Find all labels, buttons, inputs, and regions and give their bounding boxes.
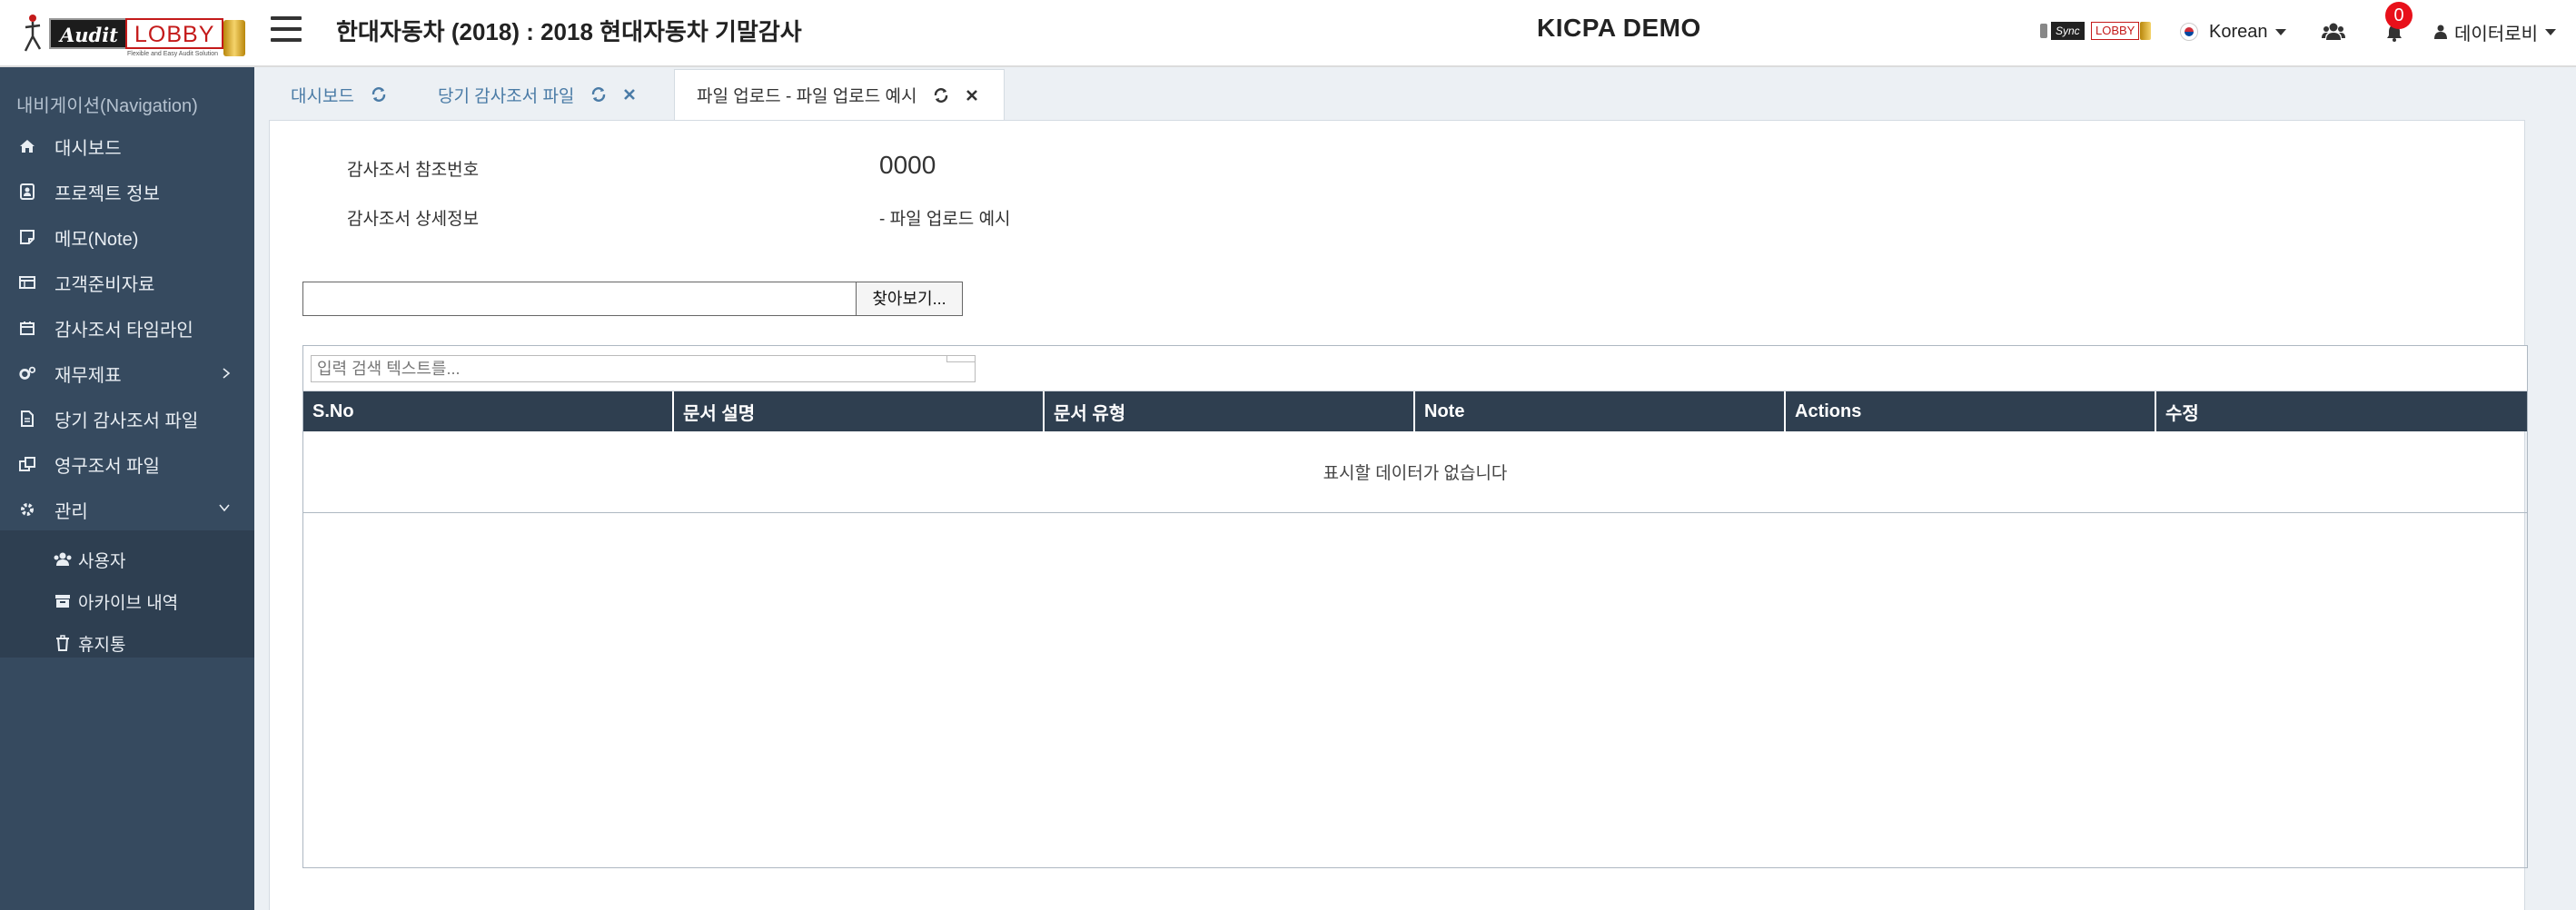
sidebar-item-label: 영구조서 파일	[54, 456, 160, 477]
list-icon	[18, 273, 36, 292]
tab-label: 파일 업로드 - 파일 업로드 예시	[697, 87, 917, 106]
logo-figure-icon	[24, 15, 42, 52]
audit-lobby-logo[interactable]: Audit LOBBY Flexible and Easy Audit Solu…	[20, 11, 245, 57]
column-header-note[interactable]: Note	[1415, 391, 1786, 431]
tab-file-upload[interactable]: 파일 업로드 - 파일 업로드 예시	[674, 69, 1005, 120]
submenu-item-archive[interactable]: 아카이브 내역	[53, 583, 178, 619]
chevron-right-icon	[223, 368, 231, 379]
sidebar-header: 내비게이션(Navigation)	[16, 96, 198, 116]
project-title: 한대자동차 (2018) : 2018 현대자동차 기말감사	[336, 18, 802, 45]
sidebar-item-current-workpaper[interactable]: 당기 감사조서 파일	[0, 396, 254, 441]
sidebar-item-permanent-file[interactable]: 영구조서 파일	[0, 441, 254, 487]
sidebar-item-label: 감사조서 타임라인	[54, 320, 193, 341]
sidebar-item-dashboard[interactable]: 대시보드	[0, 124, 254, 169]
sidebar-item-label: 당기 감사조서 파일	[54, 410, 199, 431]
column-header-edit[interactable]: 수정	[2156, 391, 2527, 431]
caret-down-icon	[2545, 28, 2556, 35]
chevron-down-icon	[219, 504, 230, 512]
submenu-item-trash[interactable]: 휴지통	[53, 625, 125, 661]
clone-icon	[18, 455, 36, 473]
org-title: KICPA DEMO	[1537, 14, 1701, 42]
sync-lobby-text: LOBBY	[2091, 22, 2140, 40]
sidebar-item-memo[interactable]: 메모(Note)	[0, 214, 254, 260]
empty-table-message: 표시할 데이터가 없습니다	[303, 431, 2527, 513]
users-icon[interactable]	[2322, 22, 2345, 42]
sidebar-item-label: 재무제표	[54, 365, 122, 386]
archive-icon	[53, 593, 73, 609]
detail-label: 감사조서 상세정보	[347, 210, 480, 229]
cogs-icon	[18, 364, 36, 382]
sync-lobby-logo[interactable]: Sync LOBBY	[2040, 20, 2153, 42]
sidebar-item-label: 고객준비자료	[54, 274, 155, 295]
sidebar-item-admin[interactable]: 관리	[0, 487, 254, 532]
sync-text: Sync	[2051, 22, 2085, 40]
sidebar-item-client-materials[interactable]: 고객준비자료	[0, 260, 254, 305]
table-header: S.No 문서 설명 문서 유형 Note Actions 수정	[303, 391, 2527, 431]
user-name: 데이터로비	[2454, 24, 2538, 45]
calendar-icon	[18, 319, 36, 337]
sidebar-item-timeline[interactable]: 감사조서 타임라인	[0, 305, 254, 351]
sync-figure-icon	[2040, 24, 2047, 38]
refresh-icon[interactable]	[590, 86, 607, 103]
ref-number-label: 감사조서 참조번호	[347, 161, 480, 180]
logo-lobby-text: LOBBY	[125, 18, 224, 49]
submenu-item-label: 사용자	[78, 551, 126, 571]
sidebar-item-label: 대시보드	[54, 138, 122, 159]
column-header-doc-type[interactable]: 문서 유형	[1045, 391, 1415, 431]
sidebar-item-project-info[interactable]: 프로젝트 정보	[0, 169, 254, 214]
detail-value: - 파일 업로드 예시	[879, 210, 1011, 229]
caret-down-icon	[2274, 28, 2286, 35]
sidebar: 내비게이션(Navigation) 대시보드 프로젝트 정보 메모(Note) …	[0, 67, 254, 910]
ref-number-value: 0000	[879, 151, 936, 179]
tab-label: 대시보드	[291, 86, 354, 106]
submenu-item-label: 휴지통	[78, 635, 126, 655]
sidebar-item-financial-statements[interactable]: 재무제표	[0, 351, 254, 396]
browse-button[interactable]: 찾아보기...	[856, 282, 963, 316]
top-header: Audit LOBBY Flexible and Easy Audit Solu…	[0, 0, 2576, 67]
sidebar-item-label: 프로젝트 정보	[54, 183, 160, 204]
grid-search-row: 입력 검색 텍스트를...	[303, 346, 2527, 391]
sidebar-item-label: 메모(Note)	[54, 229, 139, 250]
submenu-item-users[interactable]: 사용자	[53, 541, 125, 578]
sidebar-item-label: 관리	[54, 501, 88, 522]
documents-grid: 입력 검색 텍스트를... S.No 문서 설명 문서 유형 Note Acti…	[302, 345, 2528, 868]
column-header-actions[interactable]: Actions	[1786, 391, 2156, 431]
trash-icon	[53, 635, 73, 651]
refresh-icon[interactable]	[371, 86, 387, 103]
submenu-item-label: 아카이브 내역	[78, 593, 179, 613]
sync-jar-icon	[2140, 22, 2151, 40]
column-header-doc-description[interactable]: 문서 설명	[674, 391, 1045, 431]
gear-icon	[18, 500, 36, 519]
close-icon[interactable]	[966, 89, 978, 102]
tab-dashboard[interactable]: 대시보드	[269, 69, 414, 120]
tab-current-workpaper[interactable]: 당기 감사조서 파일	[416, 69, 670, 120]
language-label: Korean	[2209, 21, 2268, 42]
sticky-note-icon	[18, 228, 36, 246]
file-icon	[18, 410, 36, 428]
user-menu-dropdown[interactable]: 데이터로비	[2434, 18, 2556, 45]
logo-tagline: Flexible and Easy Audit Solution	[127, 51, 219, 57]
logo-audit-text: Audit	[49, 18, 129, 49]
tab-label: 당기 감사조서 파일	[438, 86, 575, 106]
column-header-sno[interactable]: S.No	[303, 391, 674, 431]
logo-jar-icon	[223, 20, 245, 56]
notification-count-badge: 0	[2385, 2, 2413, 29]
users-icon	[53, 551, 73, 568]
grid-search-input[interactable]: 입력 검색 텍스트를...	[311, 355, 976, 382]
admin-submenu: 사용자 아카이브 내역 휴지통	[0, 530, 254, 658]
user-icon	[2434, 25, 2447, 39]
hamburger-menu-icon[interactable]	[271, 16, 303, 44]
id-badge-icon	[18, 183, 36, 201]
close-icon[interactable]	[623, 88, 636, 101]
refresh-icon[interactable]	[933, 87, 949, 104]
file-path-input[interactable]	[302, 282, 857, 316]
korea-flag-icon	[2180, 23, 2198, 41]
home-icon	[18, 137, 36, 155]
language-dropdown[interactable]: Korean	[2180, 18, 2286, 45]
